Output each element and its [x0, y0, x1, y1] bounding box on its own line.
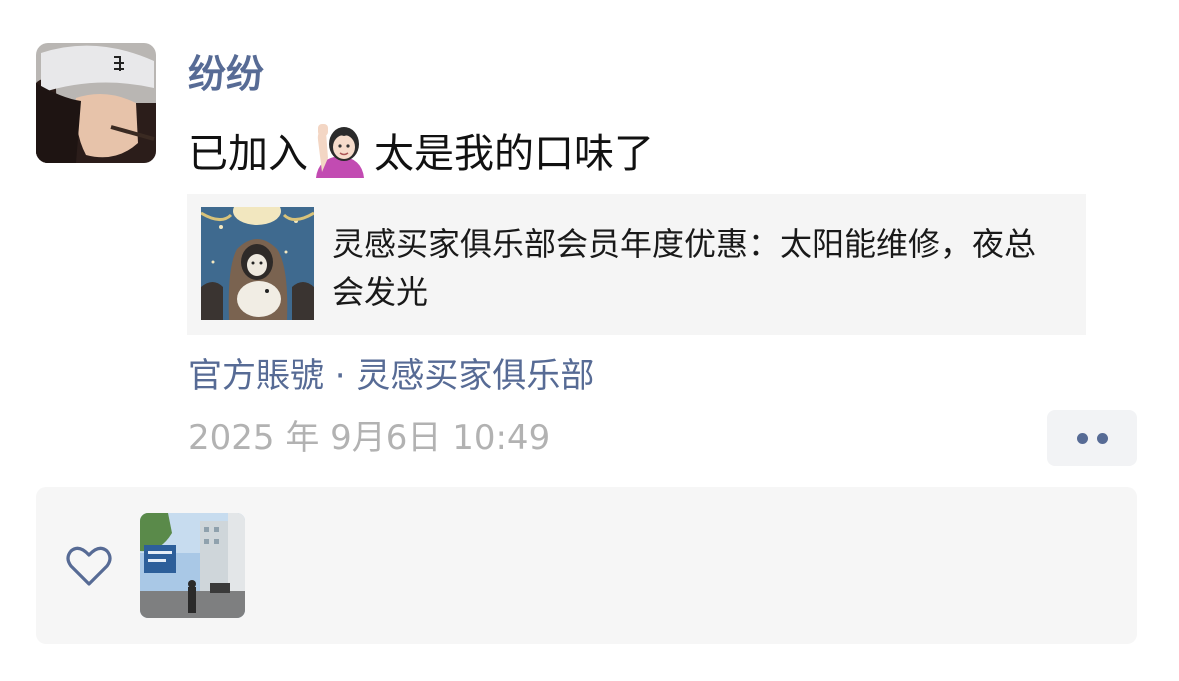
post-text-after: 太是我的口味了	[374, 131, 654, 177]
more-options-button[interactable]	[1047, 410, 1137, 466]
article-title: 灵感买家俱乐部会员年度优惠：太阳能维修，夜总会发光	[332, 225, 1037, 311]
shared-article-card[interactable]: 灵感买家俱乐部会员年度优惠：太阳能维修，夜总会发光	[187, 194, 1086, 335]
dot-icon	[1096, 432, 1108, 444]
liker-avatar[interactable]	[140, 513, 245, 618]
heart-outline-icon	[66, 545, 112, 587]
source-account-link[interactable]: 官方賬號 · 灵感买家俱乐部	[188, 353, 594, 399]
person-raising-hand-emoji	[312, 120, 368, 180]
dot-icon	[1076, 432, 1088, 444]
post-text-before: 已加入	[188, 131, 308, 177]
author-avatar[interactable]	[36, 43, 156, 163]
author-name[interactable]: 纷纷	[188, 48, 264, 100]
post-timestamp: 2025 年 9月6日 10:49	[188, 418, 551, 458]
likes-panel	[36, 487, 1137, 644]
article-thumbnail	[201, 207, 314, 320]
post-text: 已加入 太是我的口味了	[188, 118, 654, 182]
